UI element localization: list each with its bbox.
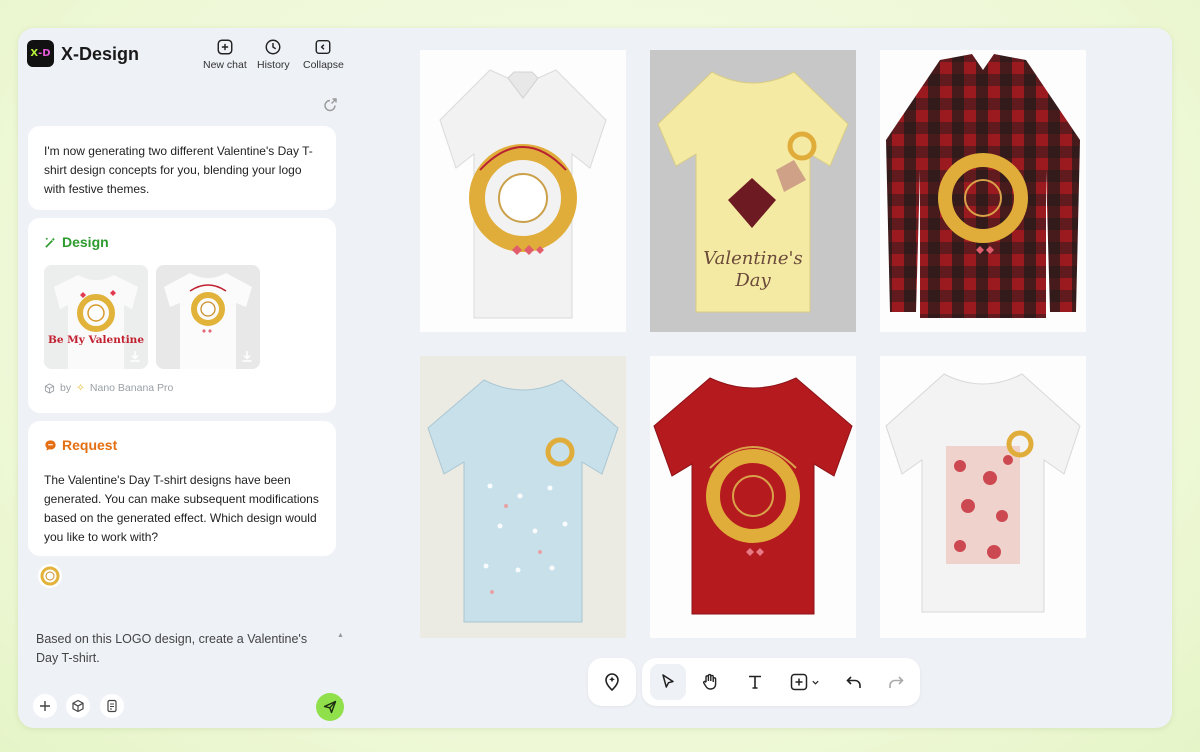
design-heading: Design (44, 234, 109, 250)
design-result-card: Design Be My Valentine by ✧ Nano Banana … (28, 218, 336, 413)
chevron-down-icon (811, 680, 819, 685)
logo-attachment-icon (40, 566, 60, 586)
plus-icon (40, 701, 50, 711)
redo-button[interactable] (878, 664, 914, 700)
send-icon (323, 700, 337, 714)
assistant-message: I'm now generating two different Valenti… (28, 126, 336, 210)
add-shape-icon (790, 673, 807, 691)
shirt-image-tee-white-roses[interactable] (880, 356, 1086, 638)
undo-icon (846, 676, 861, 688)
intro-message-text: I'm now generating two different Valenti… (44, 144, 313, 196)
template-button[interactable] (100, 694, 124, 718)
thumbnail-print-text: Be My Valentine (47, 334, 145, 346)
new-chat-label: New chat (203, 59, 247, 71)
shirt-image-tee-yellow[interactable]: Valentine's Day (650, 50, 856, 332)
shirt-mockup: Valentine's Day (650, 50, 856, 332)
shirt-mockup (420, 356, 626, 638)
add-attachment-button[interactable] (33, 694, 57, 718)
new-chat-icon (217, 39, 233, 55)
shirt-image-tee-lightblue[interactable] (420, 356, 626, 638)
design-thumbnail-2[interactable] (156, 265, 260, 369)
shirt-mockup (650, 356, 856, 638)
ai-pin-icon (605, 673, 619, 692)
hand-icon (703, 673, 717, 690)
scroll-up-arrow[interactable]: ▲ (337, 632, 344, 639)
app-logo: X -D (27, 40, 54, 67)
attached-logo-thumbnail[interactable] (38, 564, 62, 588)
prompt-input[interactable]: Based on this LOGO design, create a Vale… (36, 630, 326, 668)
request-title: Request (62, 437, 118, 453)
text-tool[interactable] (737, 664, 773, 700)
magic-wand-icon (45, 236, 56, 248)
undo-button[interactable] (836, 664, 872, 700)
model-select-button[interactable] (66, 694, 90, 718)
chat-bubble-icon (45, 439, 56, 451)
text-icon (749, 675, 761, 689)
collapse-label: Collapse (303, 59, 344, 71)
send-button[interactable] (316, 693, 344, 721)
clock-icon (265, 39, 281, 55)
design-thumbnail-1[interactable]: Be My Valentine (44, 265, 148, 369)
design-title: Design (62, 234, 109, 250)
chat-sidebar: X -D X-Design New chat History Collapse I… (18, 28, 356, 728)
shirt-mockup (880, 356, 1086, 638)
app-window: X -D X-Design New chat History Collapse I… (18, 28, 1172, 728)
collapse-button[interactable]: Collapse (303, 38, 344, 71)
download-icon[interactable] (240, 349, 254, 363)
shirt-mockup (420, 50, 626, 332)
hand-tool[interactable] (692, 664, 728, 700)
cube-icon (44, 382, 55, 394)
model-name: Nano Banana Pro (89, 382, 174, 394)
by-prefix: by (60, 382, 72, 394)
request-heading: Request (44, 437, 117, 453)
document-icon (107, 699, 117, 713)
add-shape-dropdown[interactable] (780, 664, 828, 700)
cube-icon (72, 699, 84, 713)
canvas-toolbar (642, 658, 920, 706)
history-button[interactable]: History (257, 38, 290, 71)
download-icon[interactable] (128, 349, 142, 363)
select-icon (662, 674, 674, 688)
ai-agent-button[interactable] (588, 658, 636, 706)
redo-icon (889, 676, 904, 688)
svg-text:Day: Day (734, 270, 771, 291)
request-card: Request The Valentine's Day T-shirt desi… (28, 421, 336, 556)
shirt-image-polo-white[interactable] (420, 50, 626, 332)
svg-text:Valentine's: Valentine's (703, 248, 803, 269)
history-label: History (257, 59, 290, 71)
share-icon[interactable] (322, 97, 338, 113)
shirt-image-flannel-red[interactable] (880, 50, 1086, 332)
select-tool[interactable] (650, 664, 686, 700)
shirt-image-tee-red[interactable] (650, 356, 856, 638)
model-attribution: by ✧ Nano Banana Pro (44, 382, 173, 394)
app-name: X-Design (61, 44, 140, 64)
shirt-mockup (880, 50, 1086, 332)
collapse-icon (315, 39, 331, 55)
new-chat-button[interactable]: New chat (203, 38, 247, 71)
banana-icon: ✧ (76, 382, 85, 394)
